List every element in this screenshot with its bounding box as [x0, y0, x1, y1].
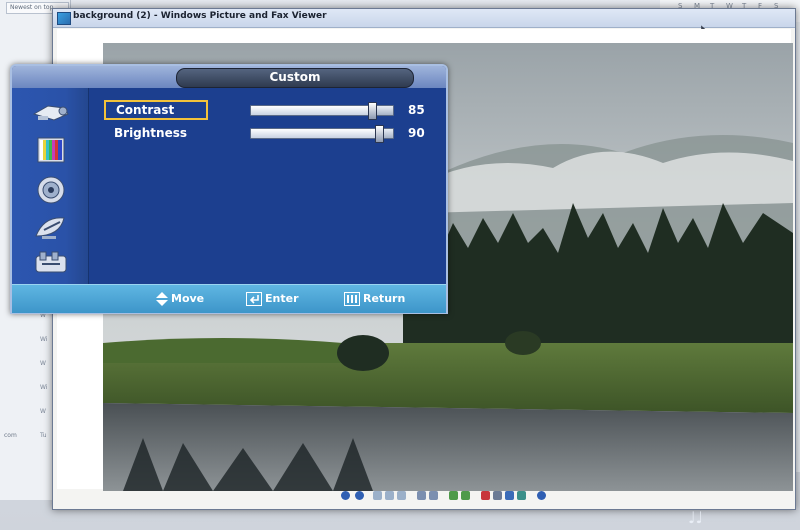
next-image-icon[interactable]	[355, 491, 364, 500]
contrast-slider[interactable]	[250, 102, 394, 120]
brightness-label[interactable]: Brightness	[104, 123, 208, 143]
move-hint: Move	[156, 290, 204, 308]
contrast-slider-fill	[251, 106, 372, 115]
app-icon	[57, 12, 71, 25]
zoom-in-icon[interactable]	[417, 491, 426, 500]
open-editor-icon[interactable]	[517, 491, 526, 500]
help-icon[interactable]	[537, 491, 546, 500]
osd-menu: Custom Contrast 85 Brightness 90 Move En…	[10, 64, 448, 314]
contrast-label[interactable]: Contrast	[104, 100, 208, 120]
contrast-slider-thumb[interactable]	[367, 102, 377, 120]
picture-icon[interactable]	[30, 96, 72, 128]
previous-image-icon[interactable]	[341, 491, 350, 500]
osd-title-pill: Custom	[176, 68, 414, 88]
enter-label: Enter	[265, 292, 299, 305]
osd-category-sidebar	[12, 88, 89, 284]
enter-icon	[246, 292, 262, 306]
color-bars-icon[interactable]	[30, 134, 72, 166]
title-bar[interactable]: background (2) - Windows Picture and Fax…	[53, 9, 795, 28]
viewer-toolbar	[333, 489, 553, 505]
contrast-setting-row[interactable]: Contrast 85	[102, 100, 432, 120]
move-label: Move	[171, 292, 205, 305]
email-address: com	[4, 432, 17, 439]
up-down-arrow-icon	[156, 292, 168, 306]
return-hint: Return	[344, 290, 405, 308]
brightness-slider-fill	[251, 129, 379, 138]
sound-icon[interactable]	[30, 174, 72, 206]
window-title: background (2) - Windows Picture and Fax…	[73, 11, 327, 21]
rotate-clockwise-icon[interactable]	[449, 491, 458, 500]
best-fit-icon[interactable]	[373, 491, 382, 500]
actual-size-icon[interactable]	[385, 491, 394, 500]
brightness-setting-row[interactable]: Brightness 90	[102, 123, 432, 143]
contrast-value: 85	[408, 103, 425, 117]
save-icon[interactable]	[505, 491, 514, 500]
brightness-slider[interactable]	[250, 125, 394, 143]
antenna-icon[interactable]	[30, 210, 72, 242]
osd-header: Custom	[12, 66, 446, 88]
brightness-slider-thumb[interactable]	[374, 125, 384, 143]
delete-icon[interactable]	[481, 491, 490, 500]
enter-hint: Enter	[246, 290, 299, 308]
osd-title: Custom	[269, 70, 321, 84]
print-icon[interactable]	[493, 491, 502, 500]
brightness-value: 90	[408, 126, 425, 140]
rotate-counterclockwise-icon[interactable]	[461, 491, 470, 500]
music-notes-icon: ♩♩	[688, 508, 704, 527]
zoom-out-icon[interactable]	[429, 491, 438, 500]
osd-footer-help: Move Enter Return	[12, 284, 446, 313]
return-icon	[344, 292, 360, 306]
slideshow-icon[interactable]	[397, 491, 406, 500]
osd-settings-panel: Contrast 85 Brightness 90	[88, 88, 446, 284]
setup-icon[interactable]	[30, 246, 72, 278]
return-label: Return	[363, 292, 406, 305]
